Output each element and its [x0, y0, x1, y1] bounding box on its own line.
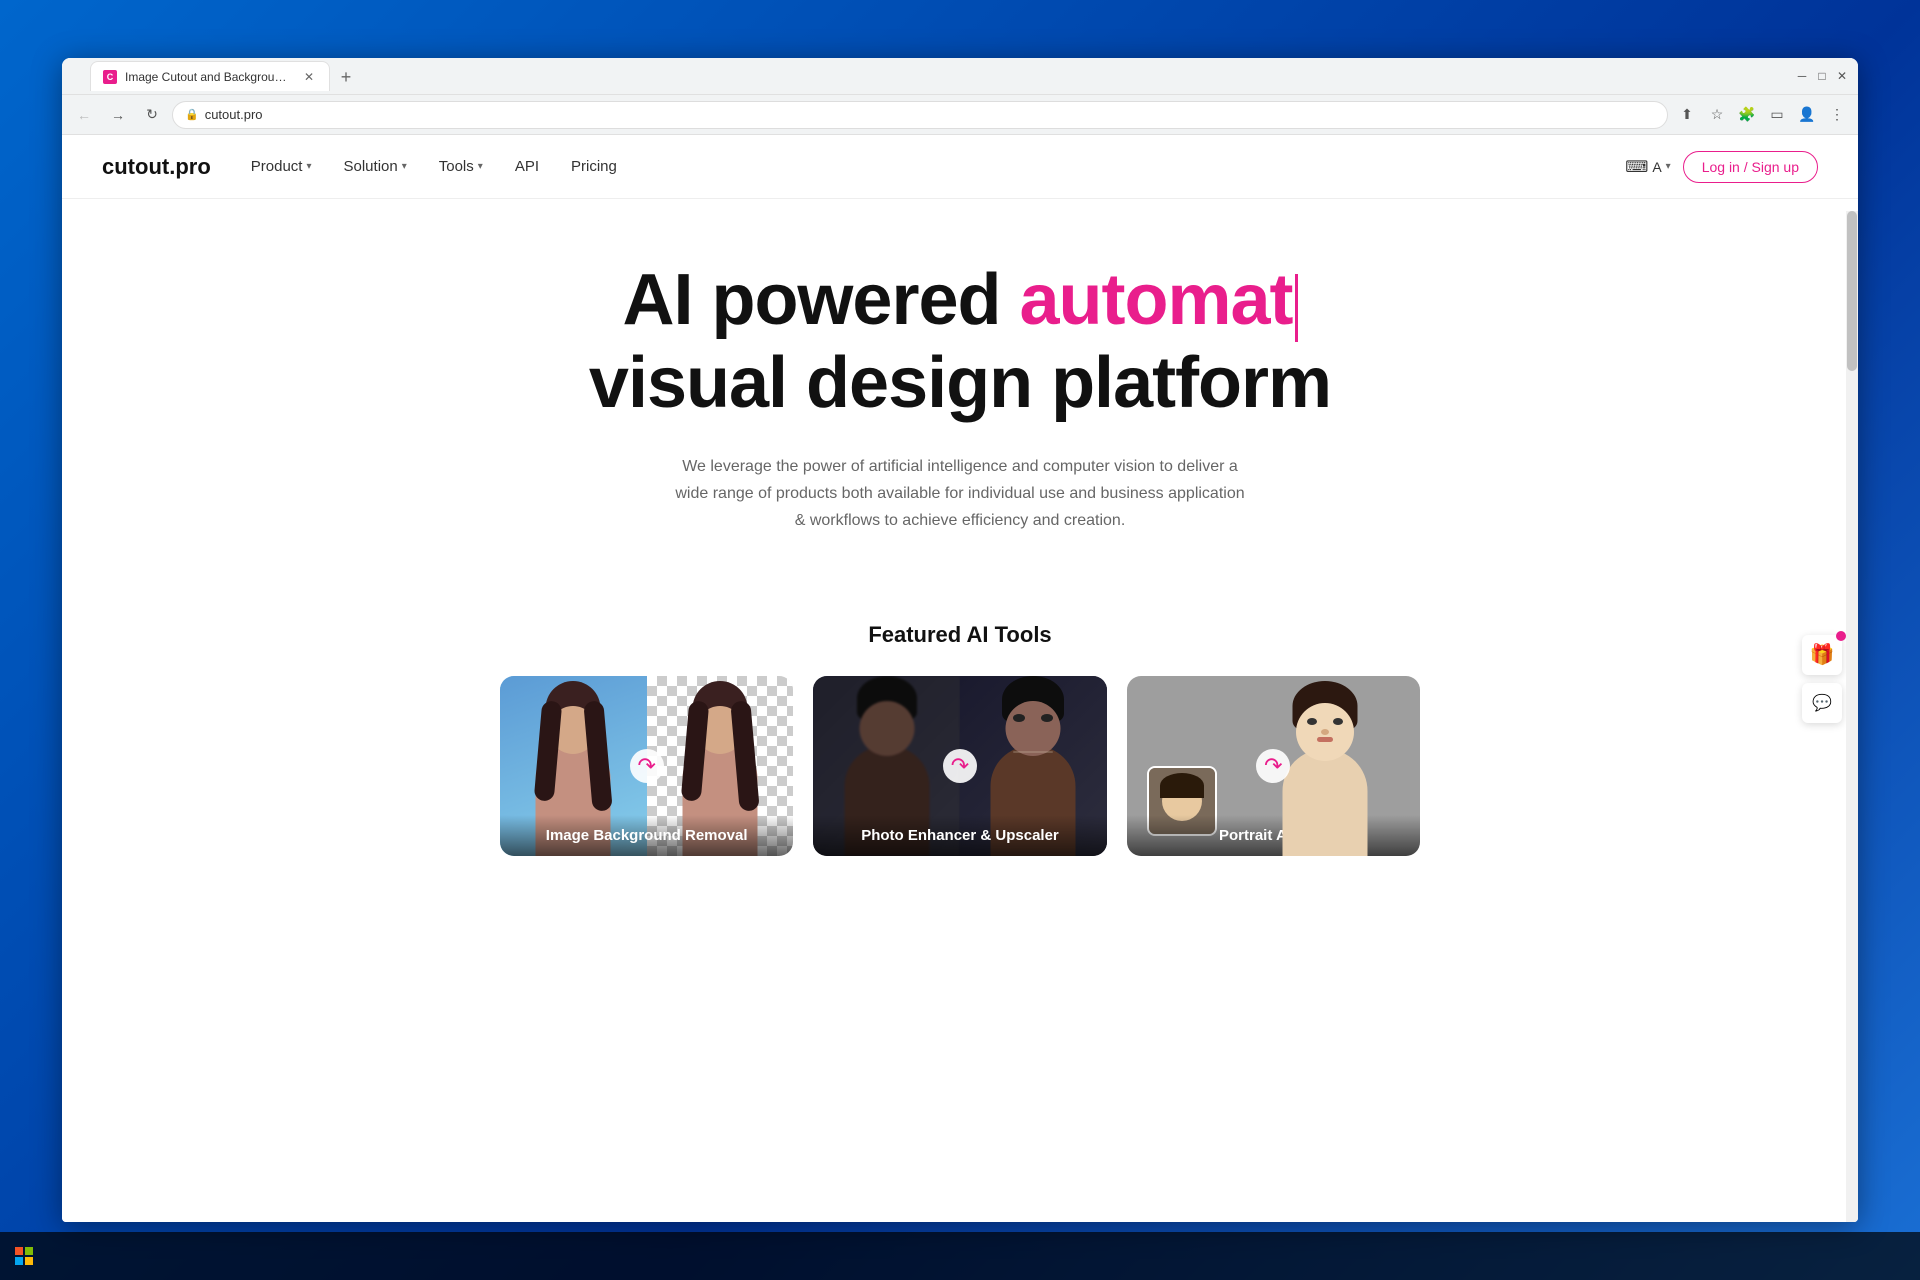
nav-api[interactable]: API	[515, 158, 539, 175]
address-bar[interactable]: 🔒 cutout.pro	[172, 101, 1668, 129]
featured-section: Featured AI Tools	[62, 622, 1858, 896]
scrollbar-thumb[interactable]	[1847, 211, 1857, 371]
product-chevron-icon: ▾	[306, 161, 311, 172]
browser-tabs: C Image Cutout and Background R ✕ +	[82, 61, 368, 91]
lang-chevron-icon: ▾	[1666, 161, 1671, 172]
profile-button[interactable]: 👤	[1794, 102, 1820, 128]
site-nav-right: ⌨ A ▾ Log in / Sign up	[1625, 151, 1818, 183]
tool-card-photo-enhancer[interactable]: ↷	[813, 676, 1106, 856]
new-tab-button[interactable]: +	[332, 63, 360, 91]
tool-card-portrait-animer[interactable]: ↷	[1127, 676, 1420, 856]
hero-title-static: AI powered	[622, 260, 1019, 340]
language-button[interactable]: ⌨ A ▾	[1625, 157, 1670, 177]
site-nav-links: Product ▾ Solution ▾ Tools ▾ API Pricing	[251, 158, 1585, 175]
hero-title-line2: visual design platform	[589, 343, 1331, 423]
address-text: cutout.pro	[205, 107, 1655, 122]
active-tab[interactable]: C Image Cutout and Background R ✕	[90, 61, 330, 91]
sidebar-widget: 🎁 💬	[1802, 635, 1842, 723]
tools-grid: ↷ Image Background Remo	[500, 676, 1420, 856]
share-button[interactable]: ⬆	[1674, 102, 1700, 128]
scrollbar[interactable]	[1846, 211, 1858, 1222]
hero-section: AI powered automat visual design platfor…	[62, 199, 1858, 622]
browser-navbar: ← → ↻ 🔒 cutout.pro ⬆ ☆ 🧩 ▭ 👤 ⋮	[62, 94, 1858, 134]
tab-title: Image Cutout and Background R	[125, 70, 293, 84]
tab-favicon: C	[103, 70, 117, 84]
refresh-button[interactable]: ↻	[138, 101, 166, 129]
nav-tools[interactable]: Tools ▾	[439, 158, 483, 175]
tab-close-button[interactable]: ✕	[301, 69, 317, 85]
browser-titlebar: C Image Cutout and Background R ✕ + ─ □ …	[62, 58, 1858, 94]
hero-title-animated: automat	[1020, 260, 1293, 340]
typing-cursor	[1295, 274, 1298, 342]
featured-title: Featured AI Tools	[102, 622, 1818, 648]
gift-widget-button[interactable]: 🎁	[1802, 635, 1842, 675]
translate-icon: ⌨	[1625, 157, 1648, 177]
notification-badge	[1836, 631, 1846, 641]
solution-chevron-icon: ▾	[402, 161, 407, 172]
login-signup-button[interactable]: Log in / Sign up	[1683, 151, 1818, 183]
tool-card-label: Image Background Removal	[500, 815, 793, 856]
back-button[interactable]: ←	[70, 101, 98, 129]
close-button[interactable]: ✕	[1834, 68, 1850, 84]
split-view-button[interactable]: ▭	[1764, 102, 1790, 128]
windows-logo-icon	[15, 1247, 33, 1265]
browser-window: C Image Cutout and Background R ✕ + ─ □ …	[62, 58, 1858, 1222]
website-content: cutout.pro Product ▾ Solution ▾ Tools ▾ …	[62, 135, 1858, 1222]
hero-subtitle: We leverage the power of artificial inte…	[670, 453, 1250, 535]
tool-card-label: Portrait Animer	[1127, 815, 1420, 856]
maximize-button[interactable]: □	[1814, 68, 1830, 84]
lock-icon: 🔒	[185, 108, 199, 121]
card-arrow-icon: ↷	[630, 749, 664, 783]
bookmark-button[interactable]: ☆	[1704, 102, 1730, 128]
hero-title: AI powered automat visual design platfor…	[102, 259, 1818, 425]
chat-icon: 💬	[1812, 693, 1832, 713]
taskbar	[0, 1232, 1920, 1280]
site-logo[interactable]: cutout.pro	[102, 154, 211, 180]
nav-pricing[interactable]: Pricing	[571, 158, 617, 175]
tool-card-bg-removal[interactable]: ↷ Image Background Remo	[500, 676, 793, 856]
nav-solution[interactable]: Solution ▾	[344, 158, 407, 175]
browser-actions: ⬆ ☆ 🧩 ▭ 👤 ⋮	[1674, 102, 1850, 128]
nav-product[interactable]: Product ▾	[251, 158, 312, 175]
forward-button[interactable]: →	[104, 101, 132, 129]
card-arrow-icon: ↷	[943, 749, 977, 783]
extensions-button[interactable]: 🧩	[1734, 102, 1760, 128]
browser-chrome: C Image Cutout and Background R ✕ + ─ □ …	[62, 58, 1858, 135]
tool-card-label: Photo Enhancer & Upscaler	[813, 815, 1106, 856]
gift-icon: 🎁	[1810, 642, 1835, 667]
tools-chevron-icon: ▾	[478, 161, 483, 172]
site-nav: cutout.pro Product ▾ Solution ▾ Tools ▾ …	[62, 135, 1858, 199]
windows-start-button[interactable]	[0, 1232, 48, 1280]
menu-button[interactable]: ⋮	[1824, 102, 1850, 128]
chat-widget-button[interactable]: 💬	[1802, 683, 1842, 723]
minimize-button[interactable]: ─	[1794, 68, 1810, 84]
card-arrow-icon: ↷	[1256, 749, 1290, 783]
